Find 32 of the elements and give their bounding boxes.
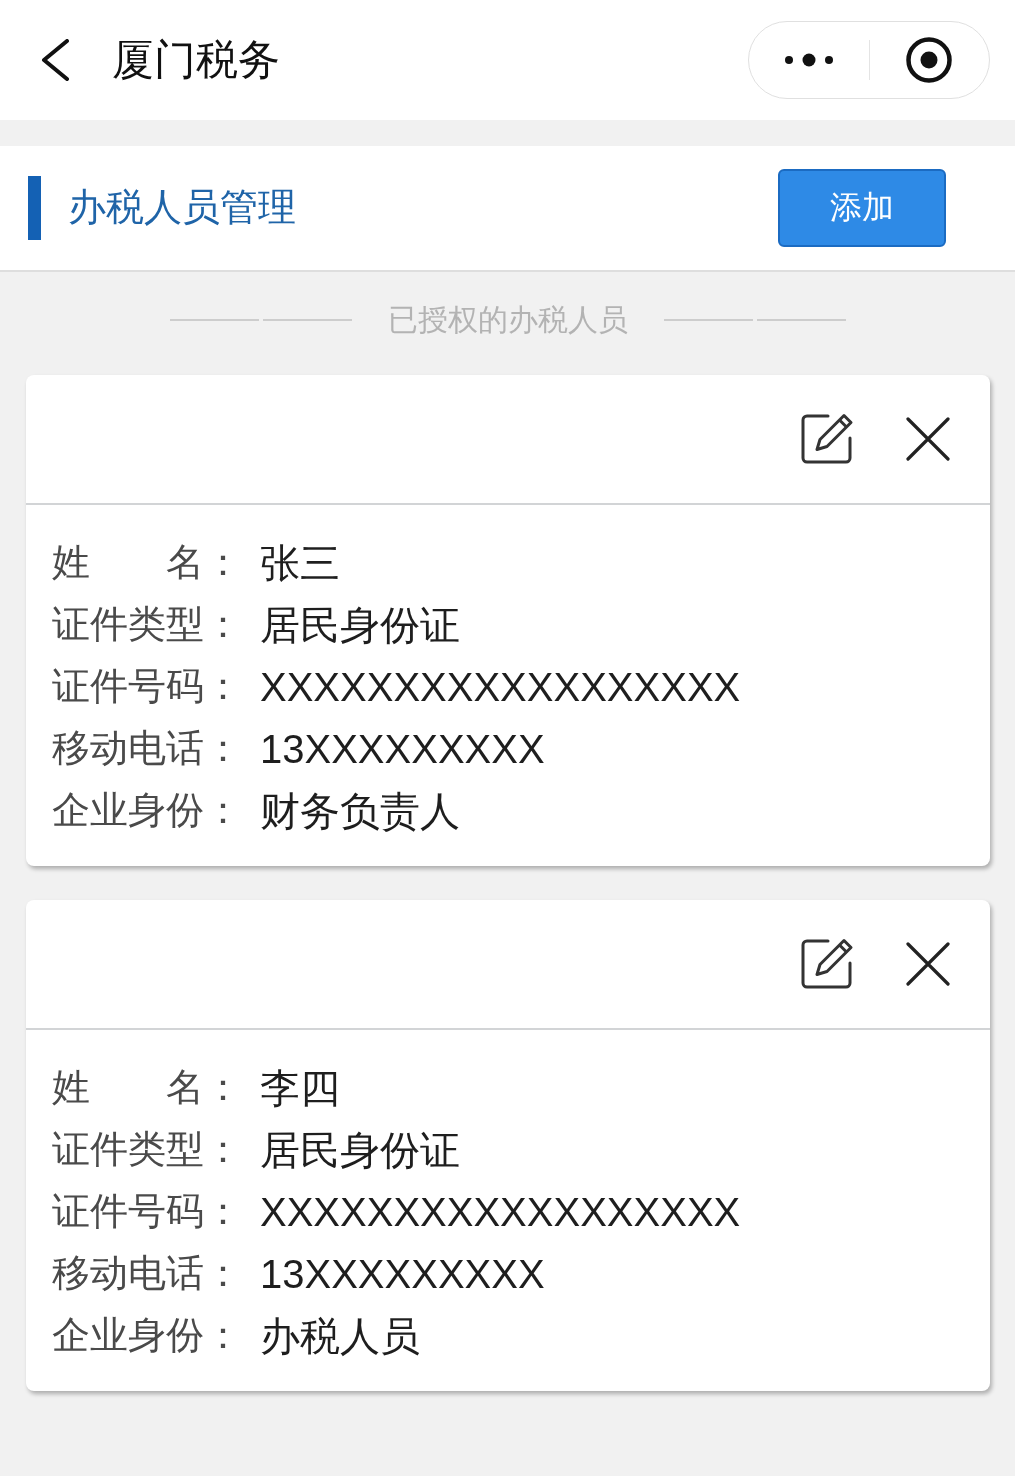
field-label: 姓 名：: [52, 540, 242, 586]
close-icon[interactable]: [906, 942, 950, 986]
field-label: 企业身份：: [52, 788, 242, 834]
page-title: 厦门税务: [112, 34, 280, 85]
field-label: 证件类型：: [52, 602, 242, 648]
divider-label: 已授权的办税人员: [387, 302, 628, 338]
field-value: 张三: [260, 540, 340, 587]
field-value: 13XXXXXXXXX: [260, 726, 545, 773]
edit-icon[interactable]: [800, 938, 854, 990]
field-value: 李四: [260, 1065, 340, 1112]
field-value: 财务负责人: [260, 788, 460, 835]
field-label: 移动电话：: [52, 726, 242, 772]
field-label: 证件号码：: [52, 664, 242, 710]
edit-icon[interactable]: [800, 413, 854, 465]
field-value: 居民身份证: [260, 602, 460, 649]
more-icon[interactable]: [783, 53, 834, 67]
circle-dot-icon[interactable]: [906, 37, 953, 83]
field-label: 姓 名：: [52, 1065, 242, 1111]
field-label: 证件类型：: [52, 1127, 242, 1173]
close-icon[interactable]: [906, 417, 950, 461]
accent-bar: [28, 176, 41, 240]
field-value: 办税人员: [260, 1313, 420, 1360]
add-button[interactable]: 添加: [778, 169, 946, 247]
field-label: 企业身份：: [52, 1313, 242, 1359]
section-title: 办税人员管理: [68, 185, 296, 231]
field-value: XXXXXXXXXXXXXXXXXX: [260, 664, 741, 711]
field-value: 居民身份证: [260, 1127, 460, 1174]
field-value: XXXXXXXXXXXXXXXXXX: [260, 1189, 741, 1236]
field-value: 13XXXXXXXXX: [260, 1251, 545, 1298]
field-label: 移动电话：: [52, 1251, 242, 1297]
field-label: 证件号码：: [52, 1189, 242, 1235]
back-icon[interactable]: [40, 39, 70, 81]
